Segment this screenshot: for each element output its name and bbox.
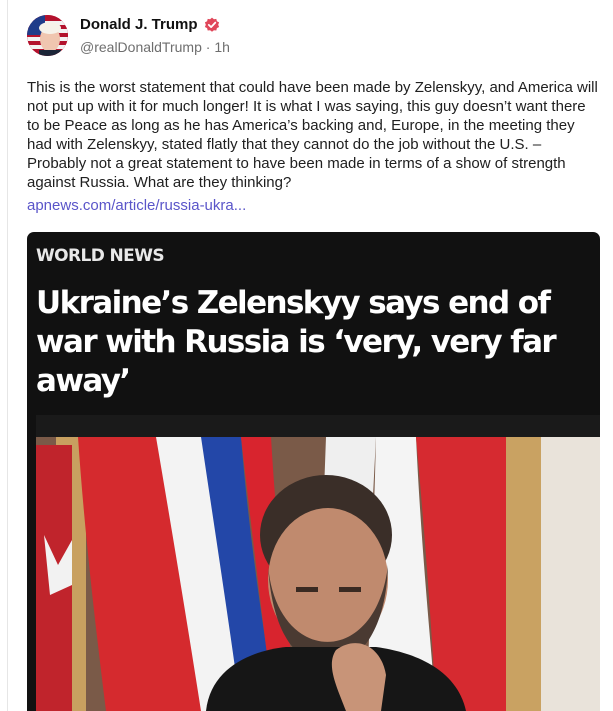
article-photo-image [36, 415, 600, 711]
author-name[interactable]: Donald J. Trump [80, 16, 198, 33]
card-headline: Ukraine’s Zelenskyy says end of war with… [36, 285, 557, 399]
name-line: Donald J. Trump [80, 16, 220, 33]
card-photo [36, 415, 600, 711]
article-link[interactable]: apnews.com/article/russia-ukra... [27, 196, 246, 215]
column-divider [7, 0, 8, 711]
post-body: This is the worst statement that could h… [27, 79, 598, 191]
avatar[interactable] [27, 15, 68, 56]
card-category: WORLD NEWS [36, 246, 165, 266]
meta-separator: · [205, 39, 211, 55]
author-handle[interactable]: @realDonaldTrump [80, 39, 202, 55]
post-header: Donald J. Trump @realDonaldTrump · 1h [27, 12, 587, 62]
handle-line: @realDonaldTrump · 1h [80, 39, 230, 55]
post-timestamp[interactable]: 1h [214, 39, 230, 55]
verified-badge-icon [204, 17, 219, 32]
link-preview-card[interactable]: WORLD NEWS Ukraine’s Zelenskyy says end … [27, 232, 600, 711]
